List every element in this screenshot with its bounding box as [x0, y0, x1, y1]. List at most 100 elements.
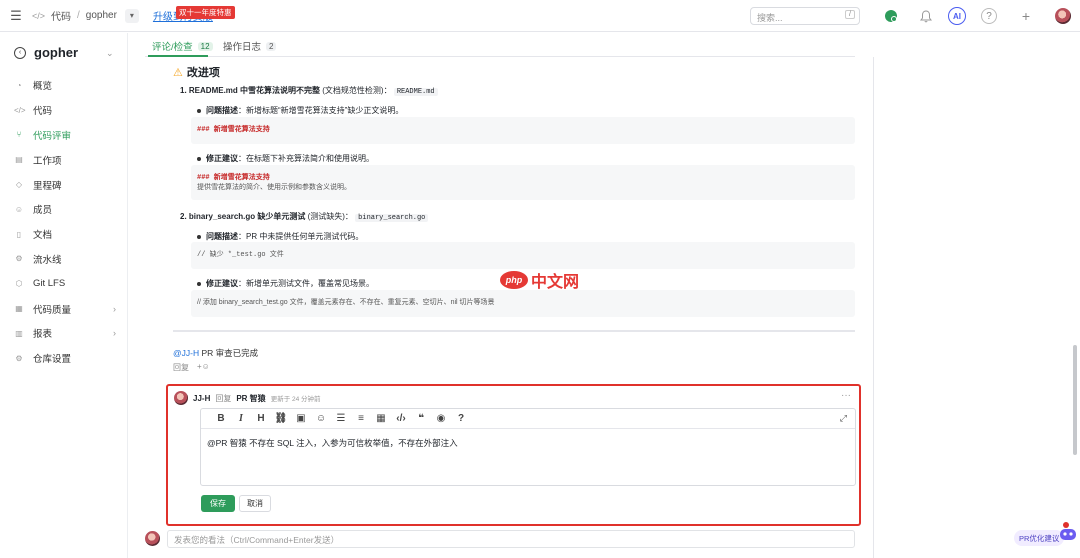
save-button[interactable]: 保存	[201, 495, 235, 512]
add-reaction-button[interactable]: +☺	[197, 362, 210, 373]
comment-editor: B I H ⛓ ▣ ☺ ☰ ≡ ▦ ‹/› ❝ ◉ ? ⤢ @PR 智猿 不存在…	[200, 408, 856, 486]
image-icon[interactable]: ▣	[291, 413, 311, 424]
sidebar-item-label: Git LFS	[33, 278, 66, 290]
tab-comments[interactable]: 评论/检查 12	[152, 39, 213, 53]
code-block: ### 新增雪花算法支持 提供雪花算法的简介、使用示例和参数含义说明。	[191, 165, 855, 200]
reply-word: 回复	[215, 393, 232, 403]
updated-time: 更新于 24 分钟前	[270, 396, 321, 403]
bullet-label: 修正建议	[206, 154, 238, 163]
sidebar-item-label: 仓库设置	[33, 354, 72, 366]
fix-bullet: 修正建议：新增单元测试文件，覆盖常见场景。	[197, 278, 374, 289]
project-header[interactable]: ‹ gopher	[14, 45, 78, 60]
breadcrumb-separator: /	[77, 10, 80, 21]
gauge-icon: ◔	[16, 80, 22, 90]
sidebar-nav: ◔ 概览 </> 代码 ⑂ 代码评审 ▤ 工作项 ◇ 里程碑 ☺ 成员 ▯ 文档 ⚙ 流水线 ⬡…	[0, 73, 128, 371]
chevron-down-icon[interactable]: ▾	[124, 8, 139, 23]
cancel-button[interactable]: 取消	[239, 495, 271, 512]
bullet-list-icon[interactable]: ☰	[331, 413, 351, 424]
add-icon[interactable]: +	[1018, 8, 1034, 24]
bullet-text: ：新增标题“新增雪花算法支持”缺少正文说明。	[238, 106, 404, 115]
preview-eye-icon[interactable]: ◉	[431, 413, 451, 424]
tab-bar: 评论/检查 12 操作日志 2	[145, 33, 855, 57]
warning-icon: ⚠	[173, 66, 183, 79]
comment-input[interactable]: 发表您的看法（Ctrl/Command+Enter发送）	[167, 530, 855, 548]
sidebar-item-label: 代码	[33, 106, 53, 118]
sidebar-item-work-items[interactable]: ▤ 工作项	[0, 147, 128, 172]
bell-icon[interactable]	[918, 8, 934, 24]
pipeline-icon: ⚙	[15, 254, 23, 264]
divider	[173, 330, 855, 332]
pull-request-icon: ⑂	[16, 130, 22, 140]
review-complete-message: @JJ-H PR 审查已完成	[173, 347, 258, 359]
back-icon[interactable]: ‹	[14, 46, 26, 59]
members-icon: ☺	[14, 204, 24, 214]
bullet-label: 修正建议	[206, 279, 238, 288]
sidebar-item-label: 代码质量	[33, 304, 72, 316]
sidebar-item-pipelines[interactable]: ⚙ 流水线	[0, 247, 128, 272]
item-title: 1. README.md 中雪花算法说明不完整	[180, 86, 321, 95]
pr-optimization-button[interactable]: PR优化建议	[1014, 530, 1065, 546]
right-panel	[873, 57, 1053, 558]
problem-bullet: 问题描述：新增标题“新增雪花算法支持”缺少正文说明。	[197, 105, 403, 116]
sidebar-item-git-lfs[interactable]: ⬡ Git LFS	[0, 271, 128, 296]
reply-target[interactable]: PR 智猿	[236, 393, 265, 404]
chevron-down-icon[interactable]: ⌄	[106, 48, 114, 59]
sidebar-item-repo-settings[interactable]: ⚙ 仓库设置	[0, 346, 128, 371]
italic-icon[interactable]: I	[231, 413, 251, 424]
sidebar-item-code[interactable]: </> 代码	[0, 98, 128, 123]
status-icon[interactable]	[883, 8, 899, 24]
code-block: ### 新增雪花算法支持	[191, 117, 855, 144]
code-icon[interactable]: ‹/›	[391, 413, 411, 424]
file-name: binary_search.go	[355, 214, 429, 222]
breadcrumb-repo[interactable]: gopher	[86, 10, 117, 21]
user-avatar[interactable]	[1055, 8, 1071, 24]
chevron-right-icon: ›	[113, 328, 116, 339]
menu-icon[interactable]: ☰	[0, 8, 32, 24]
tab-label: 操作日志	[223, 42, 262, 53]
search-shortcut: /	[845, 10, 855, 19]
sidebar-item-docs[interactable]: ▯ 文档	[0, 222, 128, 247]
search-input[interactable]: 搜索... /	[750, 7, 860, 25]
sidebar-item-label: 里程碑	[33, 180, 62, 192]
breadcrumb-code[interactable]: 代码	[51, 8, 71, 23]
reply-user[interactable]: JJ-H	[193, 394, 210, 403]
sidebar-item-code-review[interactable]: ⑂ 代码评审	[0, 123, 128, 148]
link-icon[interactable]: ⛓	[271, 413, 291, 424]
bold-icon[interactable]: B	[211, 413, 231, 424]
sidebar-item-overview[interactable]: ◔ 概览	[0, 73, 128, 98]
message-text: PR 审查已完成	[199, 348, 259, 358]
watermark-text: 中文网	[531, 274, 580, 291]
reply-editor-card: JJ-H 回复 PR 智猿 更新于 24 分钟前 ··· B I H ⛓ ▣ ☺…	[166, 384, 861, 526]
bot-avatar-icon[interactable]	[1058, 521, 1078, 541]
item-title: 2. binary_search.go 缺少单元测试	[180, 212, 306, 221]
sidebar-item-members[interactable]: ☺ 成员	[0, 197, 128, 222]
ai-assistant-icon[interactable]: AI	[948, 7, 966, 25]
bullet-text: ：PR 中未提供任何单元测试代码。	[238, 232, 364, 241]
ordered-list-icon[interactable]: ≡	[351, 413, 371, 424]
sidebar-item-reports[interactable]: ▥ 报表 ›	[0, 321, 128, 346]
help-icon[interactable]: ?	[451, 413, 471, 424]
more-options-icon[interactable]: ···	[841, 390, 851, 401]
quote-icon[interactable]: ❝	[411, 413, 431, 424]
help-icon[interactable]: ?	[981, 8, 997, 24]
heading-icon[interactable]: H	[251, 413, 271, 424]
user-mention[interactable]: @JJ-H	[173, 348, 199, 358]
sidebar-item-code-quality[interactable]: ▦ 代码质量 ›	[0, 296, 128, 321]
editor-textarea[interactable]: @PR 智猿 不存在 SQL 注入，入参为可信枚举值，不存在外部注入	[201, 429, 855, 457]
emoji-icon[interactable]: ☺	[311, 413, 331, 424]
table-icon[interactable]: ▦	[371, 413, 391, 424]
scrollbar[interactable]	[1073, 345, 1077, 455]
reply-button[interactable]: 回复	[173, 362, 189, 373]
sidebar-item-milestones[interactable]: ◇ 里程碑	[0, 172, 128, 197]
bullet-dot	[197, 156, 201, 161]
bullet-dot	[197, 108, 201, 113]
bullet-dot	[197, 234, 201, 239]
section-title-text: 改进项	[186, 67, 220, 79]
item-suffix: (测试缺失)：	[307, 212, 353, 221]
bar-chart-icon: ▥	[15, 328, 23, 338]
tab-activity-log[interactable]: 操作日志 2	[223, 39, 277, 53]
fullscreen-icon[interactable]: ⤢	[840, 413, 847, 424]
sidebar-item-label: 报表	[33, 329, 53, 341]
file-name: README.md	[393, 88, 438, 96]
code-block: // 缺少 *_test.go 文件	[191, 242, 855, 269]
